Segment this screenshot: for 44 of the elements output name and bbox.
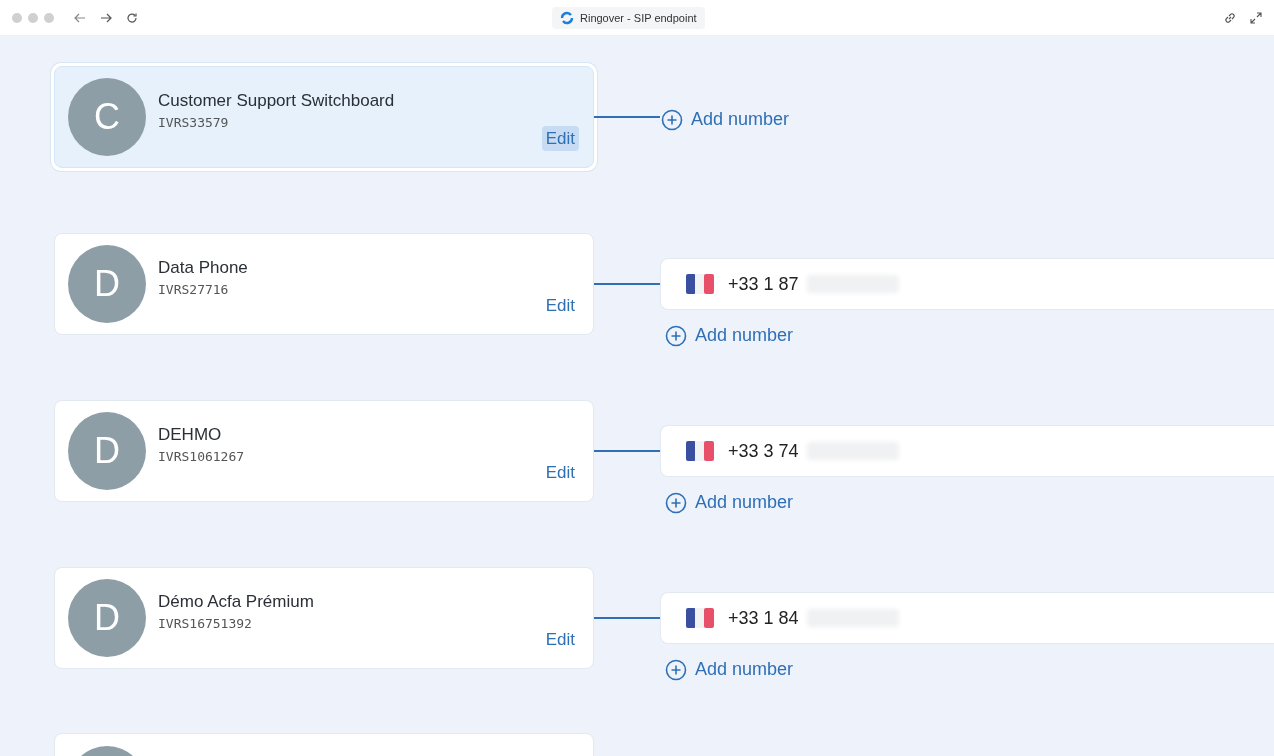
endpoint-name: Customer Support Switchboard [158, 89, 395, 112]
phone-number-row[interactable]: +33 3 74 [660, 425, 1274, 477]
endpoint-card[interactable]: D Data Phone IVRS27716 Edit [54, 233, 594, 335]
refresh-logo-icon [560, 11, 574, 25]
add-number-button[interactable]: Add number [661, 106, 790, 133]
france-flag-icon [686, 274, 714, 294]
endpoint-name: DEHMO [158, 423, 223, 446]
endpoint-code: IVRS16751392 [158, 615, 253, 633]
avatar: D [68, 579, 146, 657]
endpoint-code: IVRS27716 [158, 281, 230, 299]
france-flag-icon [686, 441, 714, 461]
endpoint-name: Data Phone [158, 256, 248, 279]
add-number-button[interactable]: Add number [665, 489, 794, 516]
avatar: D [68, 412, 146, 490]
edit-button[interactable]: Edit [541, 292, 579, 318]
add-icon [661, 108, 683, 131]
france-flag-icon [686, 608, 714, 628]
tab-title[interactable]: Ringover - SIP endpoint [552, 7, 705, 29]
edit-button[interactable]: Edit [541, 459, 579, 485]
reload-icon[interactable] [126, 11, 138, 24]
edit-button[interactable]: Edit [541, 626, 579, 652]
endpoint-card[interactable]: D Démo Acfa Prémium IVRS16751392 Edit [54, 567, 594, 669]
back-icon[interactable] [74, 11, 86, 24]
phone-number: +33 3 74 [728, 439, 799, 463]
endpoint-name: Démo Acfa Prémium [158, 590, 314, 613]
phone-number-row[interactable]: +33 1 87 [660, 258, 1274, 310]
endpoint-card[interactable]: D DEHMO IVRS1061267 Edit [54, 400, 594, 502]
forward-icon[interactable] [100, 11, 112, 24]
avatar: D [68, 245, 146, 323]
phone-number: +33 1 84 [728, 606, 799, 630]
endpoint-code: IVRS33579 [158, 114, 230, 132]
expand-icon[interactable] [1250, 11, 1262, 24]
avatar: C [68, 78, 146, 156]
phone-number: +33 1 87 [728, 272, 799, 296]
add-icon [665, 658, 687, 681]
add-icon [665, 491, 687, 514]
endpoint-code: IVRS1061267 [158, 448, 245, 466]
endpoint-card[interactable]: C Customer Support Switchboard IVRS33579 Edit [54, 66, 594, 168]
link-icon[interactable] [1224, 11, 1236, 24]
edit-button[interactable]: Edit [541, 125, 579, 151]
phone-number-row[interactable]: +33 1 84 [660, 592, 1274, 644]
add-icon [665, 324, 687, 347]
add-number-button[interactable]: Add number [665, 656, 794, 683]
add-number-button[interactable]: Add number [665, 322, 794, 349]
